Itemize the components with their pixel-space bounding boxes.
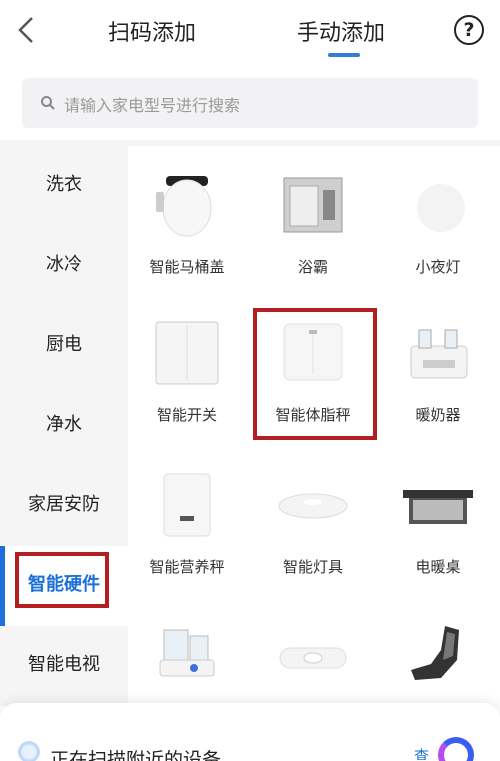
sidebar-item-label: 家居安防 xyxy=(28,494,100,515)
device-label: 智能马桶盖 xyxy=(149,258,225,276)
food-processor-icon xyxy=(159,629,215,677)
sidebar-item-smart-hardware[interactable]: 智能硬件 xyxy=(0,546,128,626)
smart-toilet-lid-icon xyxy=(156,176,212,237)
smart-switch-icon xyxy=(155,321,219,385)
sidebar-item-label: 洗衣 xyxy=(46,174,82,195)
device-smart-switch[interactable]: 智能开关 xyxy=(132,316,242,456)
device-body-fat-scale[interactable]: 智能体脂秤 xyxy=(258,316,368,456)
tab-scan-add[interactable]: 扫码添加 xyxy=(108,15,196,47)
sidebar-item-label: 厨电 xyxy=(46,334,82,355)
sidebar-item-water-purification[interactable]: 净水 xyxy=(0,386,128,466)
bath-heater-icon xyxy=(283,177,343,233)
milk-warmer-icon xyxy=(410,329,468,379)
device-label: 智能营养秤 xyxy=(149,558,225,576)
search-input[interactable]: 请输入家电型号进行搜索 xyxy=(22,78,478,128)
device-label: 智能体脂秤 xyxy=(275,406,351,424)
sidebar-item-label: 净水 xyxy=(46,414,82,435)
massage-chair-icon xyxy=(411,626,459,680)
body-fat-scale-icon xyxy=(283,323,343,381)
sidebar-item-label: 冰冷 xyxy=(46,254,82,275)
electric-heating-table-icon xyxy=(403,490,473,524)
search-placeholder: 请输入家电型号进行搜索 xyxy=(64,96,241,115)
sidebar-item-label: 智能硬件 xyxy=(28,574,100,595)
sidebar-item-refrigeration[interactable]: 冰冷 xyxy=(0,226,128,306)
tab-manual-add[interactable]: 手动添加 xyxy=(297,15,385,47)
scan-status-text: 正在扫描附近的设备 xyxy=(50,749,222,761)
sidebar-item-kitchen[interactable]: 厨电 xyxy=(0,306,128,386)
device-label: 电暖桌 xyxy=(415,558,461,576)
heating-belt-icon xyxy=(279,647,347,669)
device-night-light[interactable]: 小夜灯 xyxy=(383,168,493,308)
category-sidebar: 洗衣 冰冷 厨电 净水 家居安防 智能硬件 智能电视 xyxy=(0,146,128,706)
sidebar-item-laundry[interactable]: 洗衣 xyxy=(0,146,128,226)
device-electric-heating-table[interactable]: 电暖桌 xyxy=(383,468,493,608)
sidebar-item-home-security[interactable]: 家居安防 xyxy=(0,466,128,546)
top-header: 扫码添加 手动添加 ? xyxy=(0,0,500,64)
device-label: 小夜灯 xyxy=(415,258,461,276)
device-label: 智能开关 xyxy=(156,406,217,424)
device-smart-toilet-lid[interactable]: 智能马桶盖 xyxy=(132,168,242,308)
nutrition-scale-icon xyxy=(163,473,211,537)
device-label: 暖奶器 xyxy=(415,406,461,424)
smart-lamp-icon xyxy=(278,493,348,519)
back-arrow-icon[interactable] xyxy=(12,14,42,46)
device-milk-warmer[interactable]: 暖奶器 xyxy=(383,316,493,456)
sidebar-item-smart-tv[interactable]: 智能电视 xyxy=(0,626,128,706)
scan-action-link[interactable]: 查 xyxy=(414,745,429,761)
help-icon[interactable]: ? xyxy=(454,15,484,45)
device-label: 智能灯具 xyxy=(282,558,343,576)
device-smart-lamp[interactable]: 智能灯具 xyxy=(258,468,368,608)
active-tab-indicator xyxy=(328,53,360,57)
device-nutrition-scale[interactable]: 智能营养秤 xyxy=(132,468,242,608)
scan-progress-icon xyxy=(438,737,474,761)
scanning-icon xyxy=(18,741,40,761)
nearby-scan-bar: 正在扫描附近的设备 查 xyxy=(0,703,500,761)
device-label: 浴霸 xyxy=(297,258,328,276)
device-bath-heater[interactable]: 浴霸 xyxy=(258,168,368,308)
search-icon xyxy=(41,96,55,110)
night-light-icon xyxy=(417,184,465,232)
sidebar-item-label: 智能电视 xyxy=(28,654,100,675)
